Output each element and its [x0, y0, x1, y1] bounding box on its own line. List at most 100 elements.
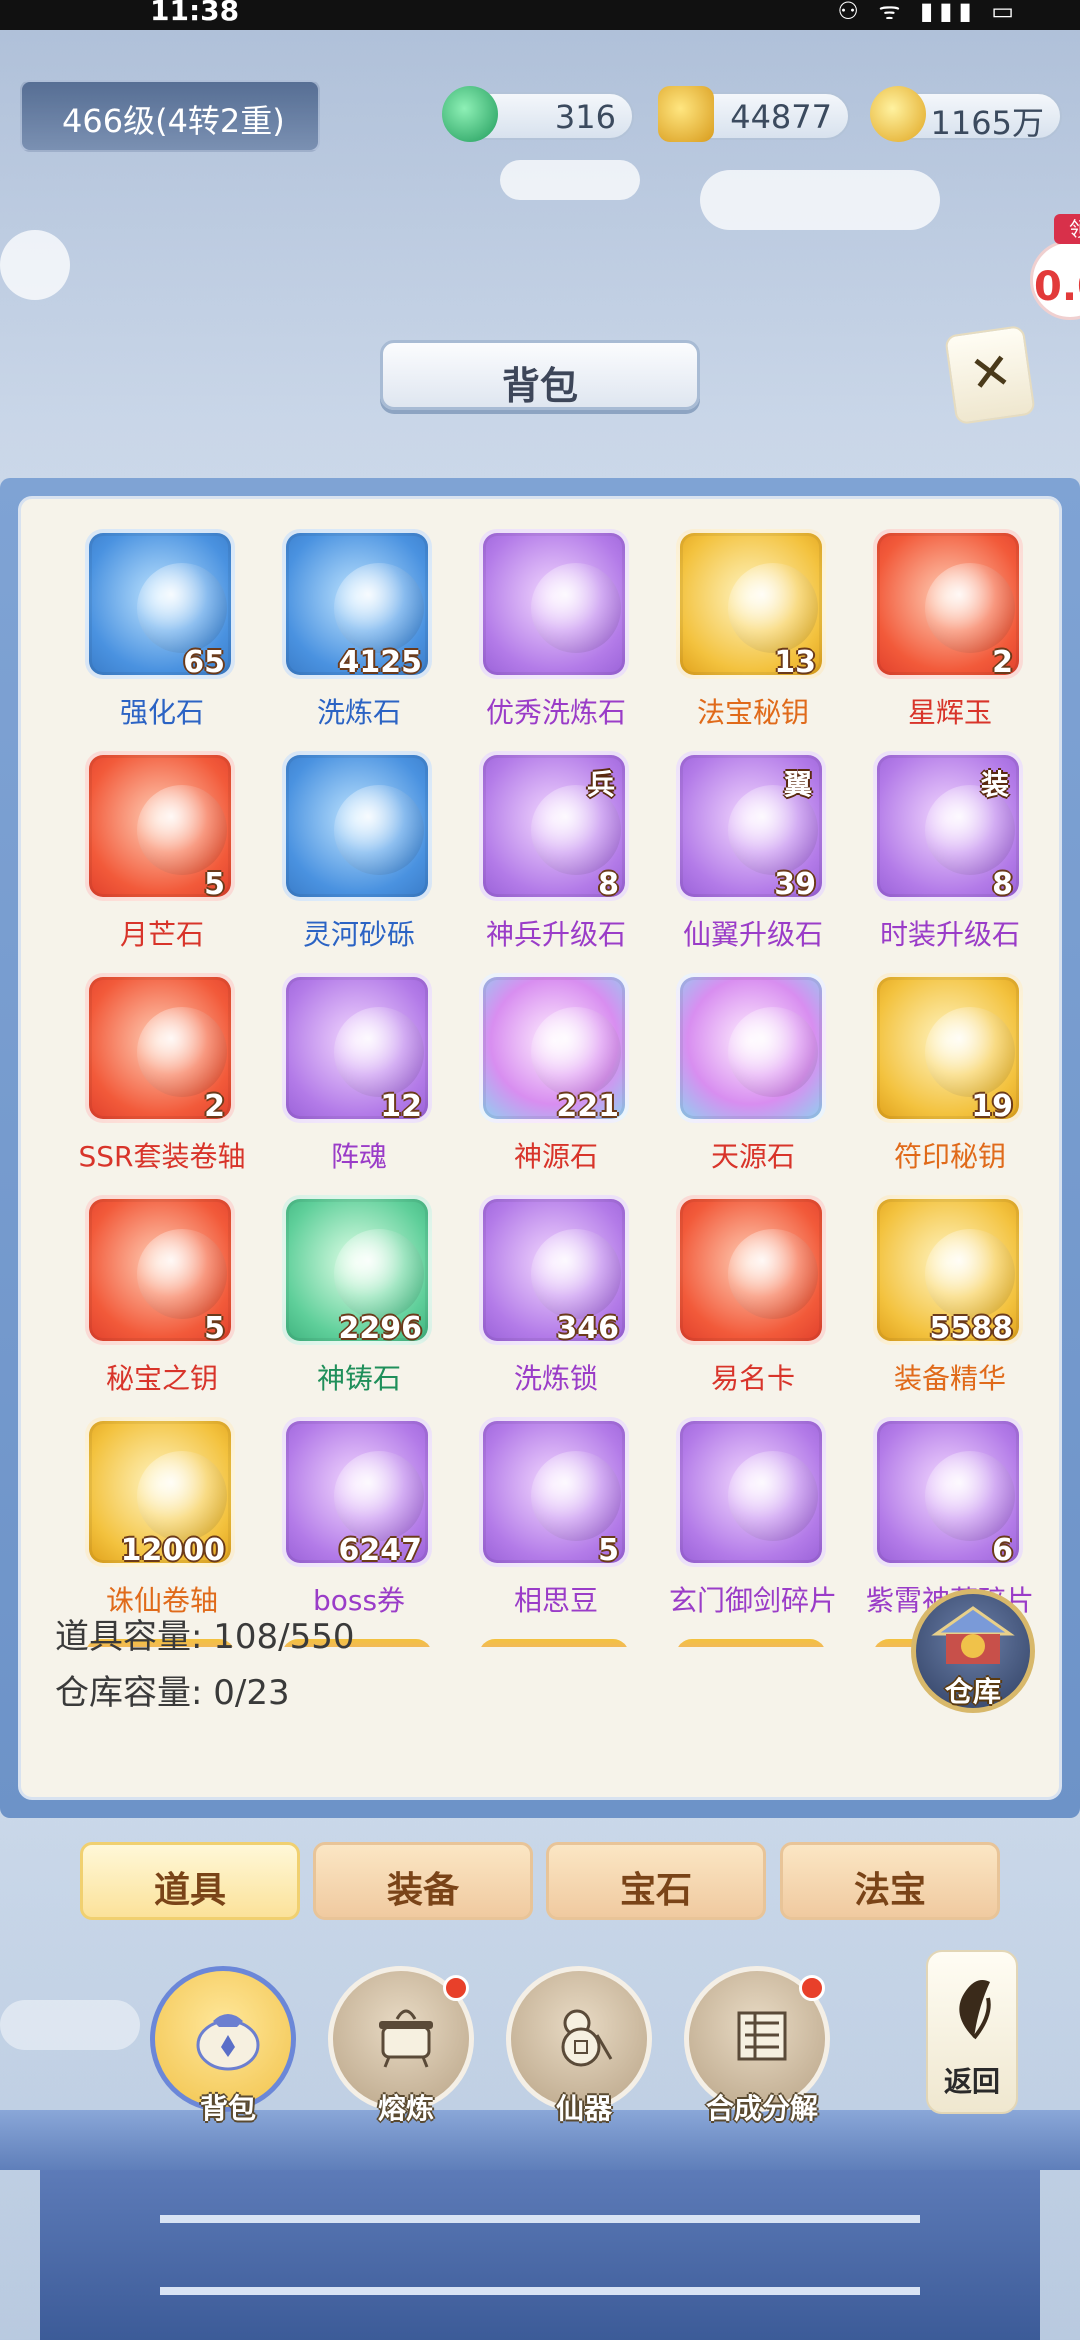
side-reward-badge[interactable]: 领 0.0: [1030, 210, 1080, 320]
item-name: 相思豆: [513, 1584, 598, 1617]
item-frame: 12000: [85, 1417, 235, 1568]
inventory-item[interactable]: 优秀洗炼石: [461, 529, 631, 734]
item-count: 6247: [338, 1533, 423, 1568]
inventory-item[interactable]: 6紫霄神葫碎片: [855, 1417, 1034, 1622]
item-grid[interactable]: 65 强化石 4125 洗炼石 优秀洗炼石 13 法宝秘钥 2 星辉玉 5 月芒石 灵河砂砾兵 8 神兵升…: [67, 529, 1047, 1647]
back-label: 返回: [943, 2065, 1000, 2098]
item-frame: 2: [873, 529, 1023, 680]
level-plate: 466级(4转2重): [20, 80, 320, 152]
item-frame: [479, 529, 629, 679]
inventory-item[interactable]: 12000 诛仙卷轴: [67, 1417, 237, 1622]
inventory-item[interactable]: 易名卡: [658, 1195, 828, 1400]
player-level: 466级(4转2重): [62, 102, 285, 140]
back-button[interactable]: 返回: [926, 1950, 1018, 2114]
nav-artifact[interactable]: 仙器: [506, 1966, 652, 2125]
tab-gems[interactable]: 宝石: [546, 1842, 766, 1920]
item-name: 法宝秘钥: [696, 696, 809, 729]
item-count: 6: [992, 1533, 1013, 1568]
cloud-decoration: [0, 230, 70, 300]
moon-stone-icon: [137, 785, 227, 875]
inventory-item-partial[interactable]: [479, 1639, 629, 1647]
inventory-item[interactable]: 天源石: [658, 973, 828, 1178]
item-name: 秘宝之钥: [105, 1362, 218, 1395]
inventory-item[interactable]: 2296 神铸石: [264, 1195, 434, 1400]
inventory-item[interactable]: 2 SSR套装卷轴: [67, 973, 246, 1178]
item-name: 装备精华: [893, 1362, 1006, 1395]
pink-key-icon: [137, 1229, 227, 1319]
item-count: 12: [380, 1089, 422, 1124]
item-frame: [676, 1195, 826, 1345]
inventory-item[interactable]: 玄门御剑碎片: [658, 1417, 837, 1622]
jade-resource[interactable]: 316: [442, 86, 634, 142]
tab-items[interactable]: 道具: [80, 1842, 300, 1920]
close-button[interactable]: ✕: [944, 324, 1036, 426]
purple-crystal-icon: [334, 1229, 424, 1319]
inventory-item[interactable]: 5 相思豆: [461, 1417, 631, 1622]
bag-icon: [196, 2014, 260, 2071]
golden-scroll-icon: [137, 1451, 227, 1541]
item-count: 221: [556, 1089, 619, 1124]
item-name: 灵河砂砾: [302, 918, 415, 951]
inventory-item[interactable]: 19 符印秘钥: [855, 973, 1025, 1178]
nav-artifact-label: 仙器: [555, 2092, 612, 2125]
item-frame: 兵8: [479, 751, 629, 902]
item-frame: [282, 751, 432, 901]
inventory-item[interactable]: 灵河砂砾: [264, 751, 434, 956]
nav-synthesis-label: 合成分解: [705, 2092, 818, 2125]
notification-dot: [443, 1975, 469, 2001]
key-icon: [925, 1007, 1015, 1097]
key-icon: [728, 563, 818, 653]
warehouse-capacity: 仓库容量: 0/23: [55, 1665, 355, 1721]
tab-treasures[interactable]: 法宝: [780, 1842, 1000, 1920]
item-name: 洗炼石: [316, 696, 401, 729]
top-resource-bar: 466级(4转2重) 316 44877 1165万: [0, 80, 1080, 156]
nav-smelt-label: 熔炼: [377, 2092, 434, 2125]
inventory-item[interactable]: 5 秘宝之钥: [67, 1195, 237, 1400]
status-system-icons: ⚇ ᯤ ▮▮▮ ▭: [837, 0, 1020, 25]
item-name: 强化石: [119, 696, 204, 729]
item-count: 2: [204, 1089, 225, 1124]
item-name: 洗炼锁: [513, 1362, 598, 1395]
inventory-item[interactable]: 5 月芒石: [67, 751, 237, 956]
coin-resource[interactable]: 1165万: [870, 86, 1062, 142]
item-name: 神兵升级石: [485, 918, 626, 951]
gold-ingot-value: 44877: [730, 98, 832, 136]
item-frame: 5588: [873, 1195, 1023, 1346]
inventory-item[interactable]: 4125 洗炼石: [264, 529, 434, 734]
rune-stone-icon: [531, 1007, 621, 1097]
item-count: 2296: [338, 1311, 423, 1346]
item-frame: 5: [479, 1417, 629, 1568]
nav-smelt[interactable]: 熔炼: [328, 1966, 474, 2125]
cloud-decoration: [500, 160, 640, 200]
warehouse-button[interactable]: 仓库: [911, 1589, 1035, 1713]
nav-bag[interactable]: 背包: [150, 1966, 296, 2125]
inventory-item[interactable]: 12 阵魂: [264, 973, 434, 1178]
inventory-item[interactable]: 346 洗炼锁: [461, 1195, 631, 1400]
inventory-item[interactable]: 221 神源石: [461, 973, 631, 1178]
coin-value: 1165万: [930, 104, 1044, 142]
inventory-item[interactable]: 翼 39 仙翼升级石: [658, 751, 828, 956]
tab-equipment[interactable]: 装备: [313, 1842, 533, 1920]
gold-ingot-resource[interactable]: 44877: [658, 86, 850, 142]
lock-icon: [531, 1229, 621, 1319]
nav-synthesis[interactable]: 合成分解: [684, 1966, 830, 2125]
item-count: 5: [204, 867, 225, 902]
notification-dot: [799, 1975, 825, 2001]
inventory-item[interactable]: 13 法宝秘钥: [658, 529, 828, 734]
inventory-item[interactable]: 65 强化石: [67, 529, 237, 734]
inventory-item[interactable]: 5588 装备精华: [855, 1195, 1025, 1400]
jade-value: 316: [554, 98, 616, 136]
item-frame: 2: [85, 973, 235, 1124]
item-tag: 装: [980, 768, 1009, 801]
item-name: 神源石: [513, 1140, 598, 1173]
item-frame: 4125: [282, 529, 432, 680]
cloud-decoration: [0, 2000, 140, 2050]
inventory-item[interactable]: 兵 8 神兵升级石: [461, 751, 631, 956]
inventory-item[interactable]: 装 8 时装升级石: [855, 751, 1025, 956]
item-frame: 5: [85, 751, 235, 902]
inventory-item[interactable]: 2 星辉玉: [855, 529, 1025, 734]
inventory-item[interactable]: 6247 boss券: [264, 1417, 434, 1622]
item-count: 65: [183, 645, 225, 680]
inventory-item-partial[interactable]: [676, 1639, 826, 1647]
item-frame: 346: [479, 1195, 629, 1346]
